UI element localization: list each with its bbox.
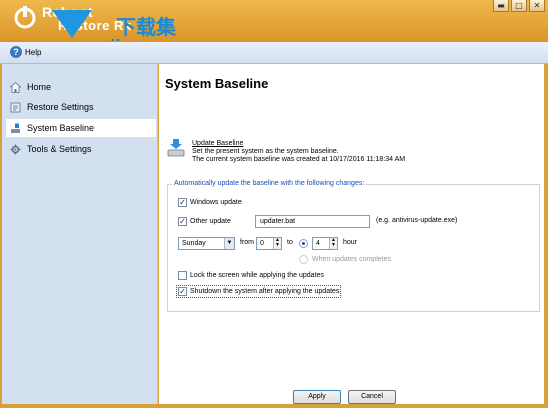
when-complete-label: When updates completes (312, 256, 391, 263)
shutdown-label: Shutdown the system after applying the u… (190, 288, 340, 295)
help-menu[interactable]: ? Help (10, 46, 41, 58)
window-controls: ▬ □ ✕ (493, 0, 545, 12)
to-label: to (287, 239, 293, 246)
spin-arrows-icon[interactable]: ▲ ▼ (273, 238, 281, 249)
sidebar-item-tools-settings[interactable]: Tools & Settings (6, 140, 156, 158)
other-update-path-input[interactable]: updater.bat (255, 215, 370, 228)
sidebar-item-restore-settings[interactable]: Restore Settings (6, 98, 156, 116)
checkbox-box[interactable] (178, 198, 187, 207)
sidebar-item-label: Restore Settings (27, 102, 94, 112)
sidebar-item-label: Tools & Settings (27, 144, 92, 154)
update-baseline-link[interactable]: Update Baseline (192, 140, 243, 147)
update-baseline-icon (167, 139, 185, 157)
main-panel: System Baseline Update Baseline Set the … (159, 64, 544, 404)
tools-icon (10, 144, 21, 154)
windows-update-checkbox[interactable]: Windows update (178, 198, 242, 207)
spin-arrows-icon[interactable]: ▲ ▼ (329, 238, 337, 249)
page-title: System Baseline (165, 76, 269, 91)
to-hour-radio[interactable] (299, 239, 308, 248)
update-baseline-desc: Set the present system as the system bas… (192, 148, 339, 155)
sidebar-item-system-baseline[interactable]: System Baseline (6, 119, 156, 137)
restore-icon (10, 102, 21, 112)
sidebar-item-label: System Baseline (27, 123, 95, 133)
shutdown-checkbox[interactable]: Shutdown the system after applying the u… (175, 285, 342, 298)
chevron-down-icon[interactable]: ▼ (224, 238, 234, 249)
when-complete-radio[interactable] (299, 255, 308, 264)
home-icon (10, 81, 21, 93)
to-hour-value: 4 (316, 240, 320, 247)
other-update-hint: (e.g. antivirus-update.exe) (376, 217, 458, 224)
close-icon[interactable]: ✕ (529, 0, 545, 12)
hour-unit-label: hour (343, 239, 358, 246)
day-select-value: Sunday (182, 240, 206, 247)
menu-bar: ? Help (0, 42, 548, 64)
sidebar-item-home[interactable]: Home (6, 78, 156, 96)
day-select[interactable]: Sunday ▼ (178, 237, 235, 250)
other-update-checkbox[interactable]: Other update (178, 217, 231, 226)
watermark-cn: 下载集 (116, 15, 177, 39)
checkbox-box[interactable] (178, 287, 187, 296)
to-hour-stepper[interactable]: 4 ▲ ▼ (312, 237, 338, 250)
from-hour-value: 0 (260, 240, 264, 247)
from-label: from (240, 239, 254, 246)
auto-update-group-title: Automatically update the baseline with t… (172, 180, 367, 187)
update-baseline-section: Update Baseline Set the present system a… (192, 140, 405, 164)
maximize-icon[interactable]: □ (511, 0, 527, 12)
other-update-label: Other update (190, 218, 231, 225)
power-logo-icon (14, 6, 36, 29)
from-hour-stepper[interactable]: 0 ▲ ▼ (256, 237, 282, 250)
baseline-icon (11, 123, 20, 133)
sidebar-item-label: Home (27, 82, 52, 92)
checkbox-box[interactable] (178, 271, 187, 280)
sidebar: Home Restore Settings System Baseline To… (2, 64, 158, 404)
cancel-button[interactable]: Cancel (348, 390, 396, 404)
baseline-created-text: The current system baseline was created … (192, 156, 406, 163)
help-label: Help (25, 47, 42, 57)
minimize-icon[interactable]: ▬ (493, 0, 509, 12)
lock-screen-checkbox[interactable]: Lock the screen while applying the updat… (178, 271, 324, 280)
windows-update-label: Windows update (190, 199, 242, 206)
help-icon: ? (10, 46, 22, 58)
apply-button[interactable]: Apply (293, 390, 341, 404)
checkbox-box[interactable] (178, 217, 187, 226)
auto-update-group: Automatically update the baseline with t… (167, 180, 540, 312)
lock-screen-label: Lock the screen while applying the updat… (190, 272, 324, 279)
title-bar: Reboot Restore Rx 下载集 xzji.com ▬ □ ✕ (0, 0, 548, 59)
